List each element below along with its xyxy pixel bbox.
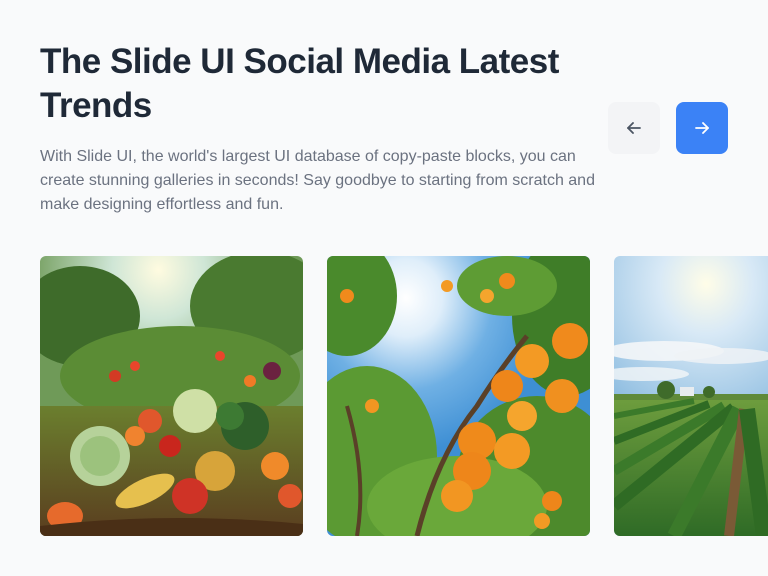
gallery-slide-vegetables[interactable] [40, 256, 303, 536]
farm-field-image [614, 256, 768, 536]
vegetable-garden-image [40, 256, 303, 536]
page-description: With Slide UI, the world's largest UI da… [40, 148, 595, 213]
arrow-right-icon [692, 118, 712, 138]
page-title: The Slide UI Social Media Latest Trends [40, 42, 559, 125]
gallery-slide-oranges[interactable] [327, 256, 590, 536]
orange-tree-image [327, 256, 590, 536]
arrow-left-icon [624, 118, 644, 138]
next-slide-button[interactable] [676, 102, 728, 154]
previous-slide-button[interactable] [608, 102, 660, 154]
gallery-slide-farm-field[interactable] [614, 256, 768, 536]
image-gallery[interactable] [40, 256, 768, 536]
page: The Slide UI Social Media Latest Trends … [0, 0, 768, 576]
